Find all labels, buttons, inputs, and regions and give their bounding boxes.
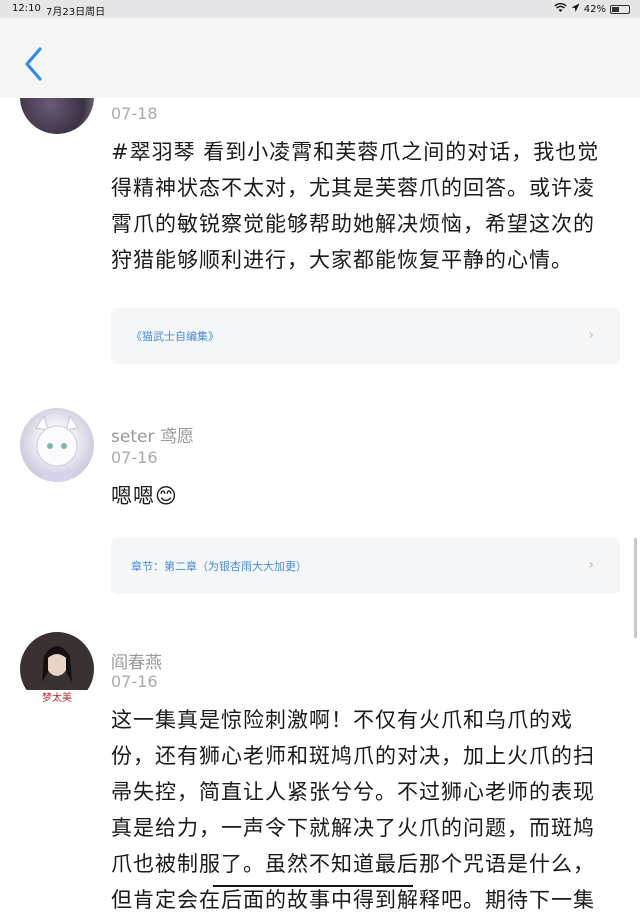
reference-label: 《猫武士自编集》	[131, 330, 219, 343]
status-bar: 12:10 7月23日周日 42%	[0, 0, 640, 18]
status-right: 42%	[554, 3, 630, 16]
scrollbar[interactable]	[634, 538, 637, 638]
back-button[interactable]	[22, 46, 46, 82]
comment-feed[interactable]: 07-18 #翠羽琴 看到小凌霄和芙蓉爪之间的对话，我也觉得精神状态不太对，尤其…	[0, 98, 640, 921]
nav-bar	[0, 18, 640, 98]
comment-text: 嗯嗯😊	[111, 484, 178, 508]
comment-author[interactable]: 阎春燕	[111, 648, 162, 673]
reference-card[interactable]: 《猫武士自编集》 ›	[111, 308, 620, 364]
comment-text: 这一集真是惊险刺激啊！不仅有火爪和乌爪的戏份，还有狮心老师和斑鸠爪的对决，加上火…	[111, 708, 595, 912]
home-indicator[interactable]	[213, 885, 413, 887]
avatar[interactable]	[20, 408, 94, 482]
comment-date: 07-16	[111, 672, 158, 691]
battery-fill	[612, 7, 619, 12]
battery-icon	[610, 5, 630, 14]
status-date: 7月23日周日	[46, 7, 106, 18]
comment-date: 07-16	[111, 448, 158, 467]
reference-label: 章节：第二章（为银杏雨大大加更）	[131, 560, 307, 573]
anime-avatar-icon	[35, 414, 79, 482]
comment-date: 07-18	[111, 104, 158, 123]
reference-card[interactable]: 章节：第二章（为银杏雨大大加更） ›	[111, 538, 620, 594]
avatar[interactable]: 梦太美	[20, 632, 94, 706]
wifi-icon	[554, 3, 567, 16]
status-time: 12:10	[12, 3, 41, 14]
chevron-left-icon	[25, 47, 42, 81]
comment-text: #翠羽琴 看到小凌霄和芙蓉爪之间的对话，我也觉得精神状态不太对，尤其是芙蓉爪的回…	[111, 140, 600, 272]
location-icon	[571, 3, 580, 16]
avatar-caption: 梦太美	[42, 693, 72, 704]
avatar[interactable]	[20, 98, 94, 134]
battery-percent: 42%	[583, 4, 606, 15]
chevron-right-icon: ›	[588, 557, 594, 573]
comment-author[interactable]: seter 鸢愿	[111, 422, 194, 447]
chevron-right-icon: ›	[588, 327, 594, 343]
